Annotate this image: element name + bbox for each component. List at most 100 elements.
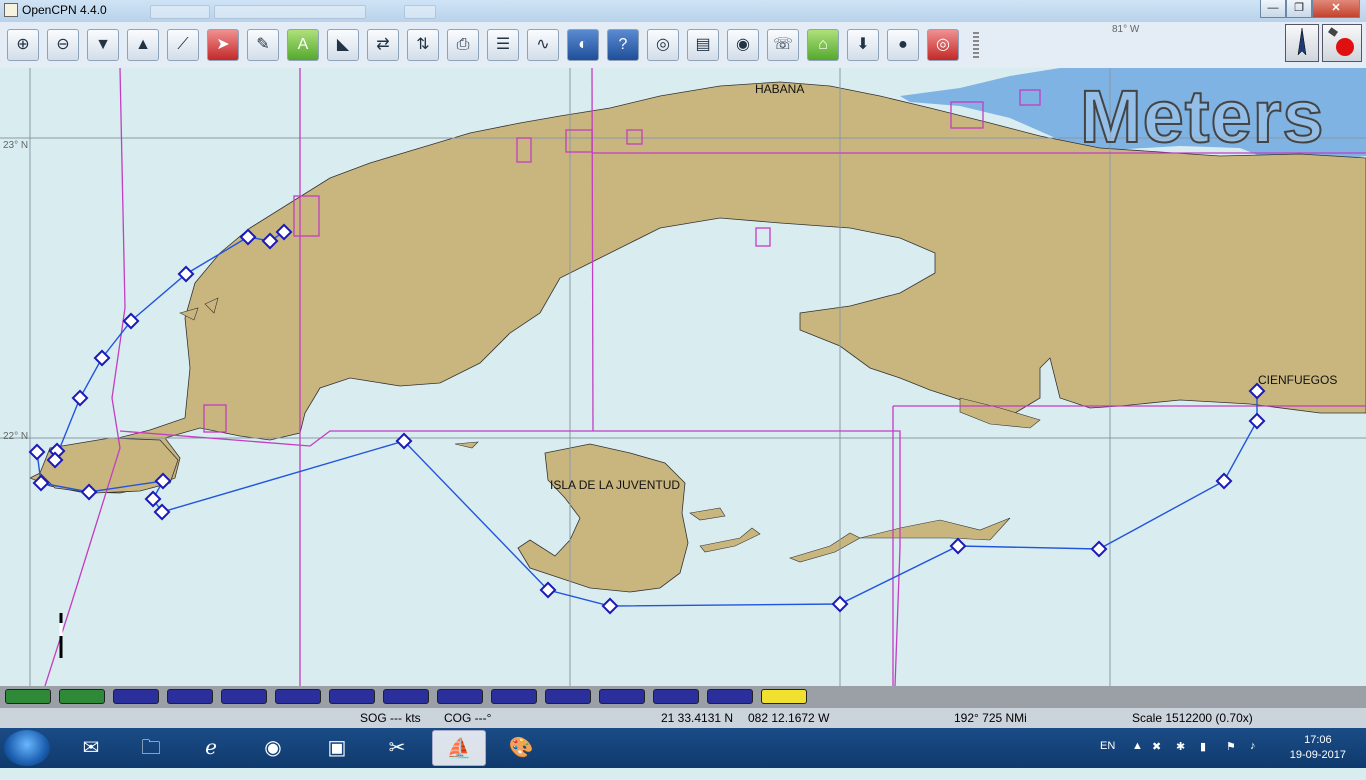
chart-piano-key[interactable]: [113, 689, 159, 704]
chart-piano-key[interactable]: [491, 689, 537, 704]
background-tab: [150, 5, 210, 19]
label-habana: HABANA: [755, 82, 805, 96]
clock-date: 19-09-2017: [1289, 749, 1346, 761]
tide-icon: ⇄: [376, 36, 390, 53]
current-tide-icon: ◣: [336, 36, 350, 53]
route-manager-button[interactable]: ☰: [487, 29, 519, 61]
file-explorer-icon[interactable]: 🗀: [124, 730, 178, 766]
dashboard-button[interactable]: ◎: [647, 29, 679, 61]
track-icon: ∿: [536, 36, 550, 53]
media-icon[interactable]: ▣: [310, 730, 364, 766]
latitude-label: 23° N: [3, 140, 29, 151]
scale-in-icon: ▼: [95, 36, 111, 53]
close-button[interactable]: ✕: [1312, 0, 1360, 18]
start-button[interactable]: [4, 730, 50, 766]
text-button[interactable]: A: [287, 29, 319, 61]
grib-button[interactable]: ▤: [687, 29, 719, 61]
google-earth-icon: ◉: [736, 36, 750, 53]
chart-piano-key[interactable]: [653, 689, 699, 704]
depth-units-watermark: Meters: [1079, 74, 1325, 159]
status-bar: SOG --- kts COG ---° 21 33.4131 N 082 12…: [0, 708, 1366, 728]
zoom-out-button[interactable]: ⊖: [47, 29, 79, 61]
cog-readout: COG ---°: [444, 711, 492, 725]
avast-icon[interactable]: ✱: [1176, 740, 1185, 780]
scale-in-button[interactable]: ▼: [87, 29, 119, 61]
compass-icon: [1297, 27, 1307, 56]
main-toolbar: ⊕ ⊖ ▼ ▲ ⟋ ➤ ✎ A ◣ ⇄ ⇅ ⎙ ☰ ∿ ◐? ◎ ▤ ◉ ☏ ⌂ ⬇ ● ◎: [0, 22, 1366, 68]
gps-status-widget[interactable]: [1322, 24, 1362, 62]
download-button[interactable]: ⬇: [847, 29, 879, 61]
options-icon: ✎: [256, 36, 270, 53]
chart-download-button[interactable]: ☏: [767, 29, 799, 61]
toolbar-grip[interactable]: [973, 32, 979, 58]
bearing-distance: 192° 725 NMi: [954, 711, 1027, 725]
chart-piano-key[interactable]: [383, 689, 429, 704]
scale-out-button[interactable]: ▲: [127, 29, 159, 61]
maximize-button[interactable]: ❐: [1286, 0, 1312, 18]
chart-piano-key[interactable]: [761, 689, 807, 704]
zoom-in-button[interactable]: ⊕: [7, 29, 39, 61]
chart-svg[interactable]: [0, 68, 1366, 686]
color-scheme-icon: ◐: [578, 36, 588, 53]
current-button[interactable]: ⇅: [407, 29, 439, 61]
chart-canvas[interactable]: Meters HABANA ISLA DE LA JUVENTUD CIENFU…: [0, 68, 1366, 686]
track-button[interactable]: ∿: [527, 29, 559, 61]
chart-piano-key[interactable]: [5, 689, 51, 704]
compass-widget[interactable]: [1285, 24, 1319, 62]
current-icon: ⇅: [416, 36, 430, 53]
chart-piano-key[interactable]: [707, 689, 753, 704]
windows-taskbar: ✉ 🗀 ℯ ◉ ▣ ✂ ⛵ 🎨 EN ▲ ✖ ✱ ▮ ⚑ ♪ 17:06 19-…: [0, 728, 1366, 768]
label-cienfuegos: CIENFUEGOS: [1258, 373, 1338, 387]
flag-icon[interactable]: ⚑: [1226, 740, 1236, 780]
tool-icon[interactable]: ✂: [370, 730, 424, 766]
language-indicator[interactable]: EN: [1100, 740, 1115, 780]
help-button[interactable]: ?: [607, 29, 639, 61]
scale-out-icon: ▲: [135, 36, 151, 53]
auto-follow-button[interactable]: ➤: [207, 29, 239, 61]
minimize-button[interactable]: —: [1260, 0, 1286, 18]
chart-piano-key[interactable]: [167, 689, 213, 704]
tide-button[interactable]: ⇄: [367, 29, 399, 61]
window-title: OpenCPN 4.4.0: [22, 3, 107, 17]
thunderbird-icon[interactable]: ✉: [64, 730, 118, 766]
opencpn-app-icon: [4, 3, 18, 17]
route-button[interactable]: ⟋: [167, 29, 199, 61]
chart-piano-key[interactable]: [437, 689, 483, 704]
download-icon: ⬇: [856, 36, 870, 53]
zoom-in-icon: ⊕: [16, 36, 30, 53]
lighthouse-button[interactable]: ⌂: [807, 29, 839, 61]
volume-icon[interactable]: ♪: [1250, 740, 1256, 780]
latitude-label: 22° N: [3, 431, 29, 442]
chart-piano-key[interactable]: [59, 689, 105, 704]
globe-button[interactable]: ●: [887, 29, 919, 61]
tray-arrow-icon[interactable]: ▲: [1132, 740, 1143, 780]
chart-piano-key[interactable]: [275, 689, 321, 704]
internet-explorer-icon[interactable]: ℯ: [184, 730, 238, 766]
globe-icon: ●: [898, 36, 908, 53]
print-icon: ⎙: [456, 36, 470, 53]
chrome-icon[interactable]: ◉: [246, 730, 300, 766]
background-tab: [214, 5, 366, 19]
chart-piano-key[interactable]: [545, 689, 591, 704]
chart-piano-key[interactable]: [221, 689, 267, 704]
mob-icon: ◎: [936, 36, 950, 53]
current-tide-button[interactable]: ◣: [327, 29, 359, 61]
cursor-latitude: 21 33.4131 N: [661, 711, 734, 725]
print-button[interactable]: ⎙: [447, 29, 479, 61]
mob-button[interactable]: ◎: [927, 29, 959, 61]
chart-piano-key[interactable]: [329, 689, 375, 704]
longitude-label: 81° W: [1112, 24, 1140, 35]
signal-icon[interactable]: ▮: [1200, 740, 1206, 780]
google-earth-button[interactable]: ◉: [727, 29, 759, 61]
system-clock[interactable]: 17:06 19-09-2017: [1290, 733, 1346, 763]
chart-piano-key[interactable]: [599, 689, 645, 704]
background-tab: [404, 5, 436, 19]
help-icon: ?: [618, 36, 628, 53]
options-button[interactable]: ✎: [247, 29, 279, 61]
paint-icon[interactable]: 🎨: [494, 730, 548, 766]
network-error-icon[interactable]: ✖: [1152, 740, 1161, 780]
opencpn-taskbar-icon[interactable]: ⛵: [432, 730, 486, 766]
chart-download-icon: ☏: [772, 36, 793, 53]
color-scheme-button[interactable]: ◐: [567, 29, 599, 61]
route-manager-icon: ☰: [495, 36, 511, 53]
